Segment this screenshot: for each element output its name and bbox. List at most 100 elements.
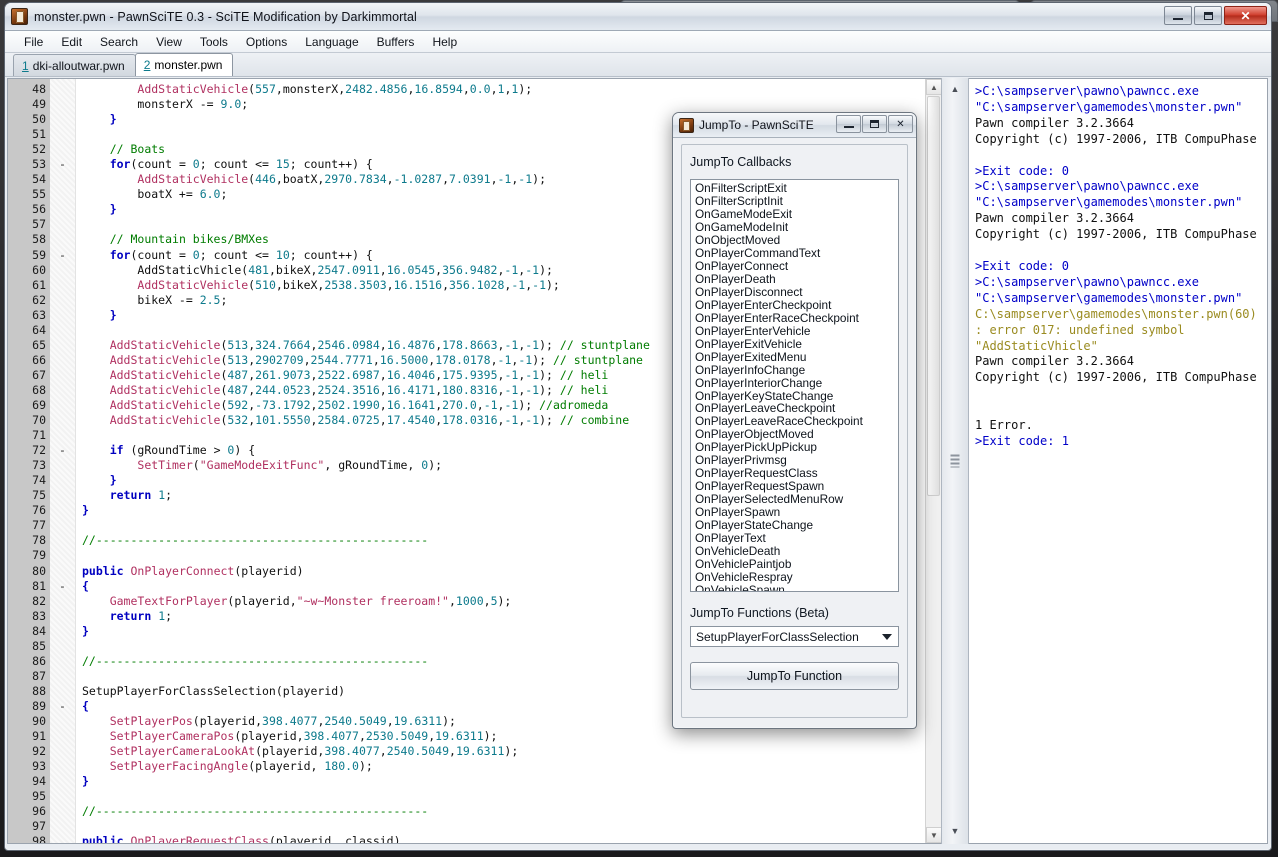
code-token: 398.4077 <box>324 744 379 758</box>
menu-language[interactable]: Language <box>296 33 367 51</box>
editor-scroll-thumb[interactable] <box>927 96 940 496</box>
callback-list-item[interactable]: OnGameModeExit <box>693 208 898 221</box>
menu-search[interactable]: Search <box>91 33 147 51</box>
code-token: 10 <box>276 248 290 262</box>
code-token: 244.0523 <box>255 383 310 397</box>
code-token <box>82 744 110 758</box>
callback-list-item[interactable]: OnPlayerCommandText <box>693 247 898 260</box>
code-token <box>82 398 110 412</box>
code-token <box>82 338 110 352</box>
callback-list-item[interactable]: OnPlayerExitVehicle <box>693 338 898 351</box>
output-line <box>975 243 1267 259</box>
code-token: -1 <box>525 263 539 277</box>
fold-toggle[interactable]: - <box>50 157 75 172</box>
code-token: -1 <box>498 172 512 186</box>
close-button[interactable]: ✕ <box>1224 6 1267 25</box>
maximize-button[interactable] <box>1194 6 1222 25</box>
line-number: 97 <box>8 819 46 834</box>
callback-list-item[interactable]: OnPlayerExitedMenu <box>693 351 898 364</box>
tab-dki-alloutwar[interactable]: 1 dki-alloutwar.pwn <box>13 54 136 76</box>
code-token: OnPlayerRequestClass <box>130 834 268 843</box>
line-number: 62 <box>8 293 46 308</box>
code-token: // heli <box>560 383 608 397</box>
menu-edit[interactable]: Edit <box>52 33 91 51</box>
callback-list-item[interactable]: OnObjectMoved <box>693 234 898 247</box>
fold-blank <box>50 383 75 398</box>
splitter-grip[interactable] <box>951 455 960 468</box>
code-token: (playerid, <box>193 714 262 728</box>
menu-tools[interactable]: Tools <box>191 33 237 51</box>
code-token: ; count++) { <box>290 248 373 262</box>
callback-list-item[interactable]: OnGameModeInit <box>693 221 898 234</box>
fold-toggle[interactable]: - <box>50 443 75 458</box>
fold-margin[interactable]: - - - - - - <box>50 79 76 843</box>
code-token: 16.4171 <box>387 383 435 397</box>
fold-blank <box>50 353 75 368</box>
jumpto-callbacks-listbox[interactable]: OnFilterScriptExitOnFilterScriptInitOnGa… <box>690 179 899 592</box>
code-token: , <box>491 353 498 367</box>
output-line: Copyright (c) 1997-2006, ITB CompuPhase <box>975 227 1267 243</box>
pane-splitter[interactable]: ▲ ▼ <box>941 78 969 844</box>
line-number: 74 <box>8 473 46 488</box>
menu-view[interactable]: View <box>147 33 191 51</box>
line-number: 58 <box>8 232 46 247</box>
splitter-down-arrow[interactable]: ▼ <box>951 826 960 836</box>
tab-monster[interactable]: 2 monster.pwn <box>135 53 234 76</box>
code-token: SetPlayerCameraLookAt <box>110 744 255 758</box>
callback-list-item[interactable]: OnPlayerInfoChange <box>693 364 898 377</box>
compiler-output-pane[interactable]: >C:\sampserver\pawno\pawncc.exe"C:\samps… <box>969 78 1268 844</box>
fold-toggle[interactable]: - <box>50 248 75 263</box>
line-number: 54 <box>8 172 46 187</box>
jumpto-minimize-button[interactable] <box>836 115 861 133</box>
menu-buffers[interactable]: Buffers <box>368 33 424 51</box>
fold-toggle[interactable]: - <box>50 579 75 594</box>
line-number: 53 <box>8 157 46 172</box>
line-number: 60 <box>8 263 46 278</box>
fold-toggle[interactable]: - <box>50 699 75 714</box>
code-token: , <box>442 172 449 186</box>
fold-blank <box>50 368 75 383</box>
callback-list-item[interactable]: OnPlayerInteriorChange <box>693 377 898 390</box>
code-token: "GameModeExitFunc" <box>200 458 325 472</box>
scroll-up-arrow[interactable]: ▲ <box>926 79 941 95</box>
code-token: 2522.6987 <box>317 368 379 382</box>
fold-blank <box>50 594 75 609</box>
menu-file[interactable]: File <box>15 33 52 51</box>
menu-options[interactable]: Options <box>237 33 296 51</box>
code-token: ,bikeX, <box>276 278 324 292</box>
editor-vertical-scrollbar[interactable]: ▲ ▼ <box>925 79 941 843</box>
jumpto-maximize-button[interactable] <box>862 115 887 133</box>
window-title: monster.pwn - PawnSciTE 0.3 - SciTE Modi… <box>34 10 417 24</box>
code-token: 2547.0911 <box>317 263 379 277</box>
code-token: -1.0287 <box>394 172 442 186</box>
fold-blank <box>50 744 75 759</box>
buffer-tab-bar: 1 dki-alloutwar.pwn 2 monster.pwn <box>5 53 1271 77</box>
code-token: (count = <box>130 248 192 262</box>
callback-list-item[interactable]: OnPlayerDisconnect <box>693 286 898 299</box>
code-token <box>82 278 137 292</box>
jumpto-function-button[interactable]: JumpTo Function <box>690 662 899 690</box>
menu-help[interactable]: Help <box>423 33 466 51</box>
splitter-up-arrow[interactable]: ▲ <box>951 84 960 94</box>
code-token: ; count++) { <box>290 157 373 171</box>
callback-list-item[interactable]: OnPlayerConnect <box>693 260 898 273</box>
callback-list-item[interactable]: OnPlayerDeath <box>693 273 898 286</box>
callback-list-item[interactable]: OnFilterScriptInit <box>693 195 898 208</box>
scroll-down-arrow[interactable]: ▼ <box>926 827 941 843</box>
jumpto-function-dropdown[interactable]: SetupPlayerForClassSelection <box>690 626 899 647</box>
callback-list-item[interactable]: OnPlayerEnterCheckpoint <box>693 299 898 312</box>
fold-blank <box>50 263 75 278</box>
callback-list-item[interactable]: OnPlayerEnterRaceCheckpoint <box>693 312 898 325</box>
minimize-button[interactable] <box>1164 6 1192 25</box>
jumpto-close-button[interactable]: ✕ <box>888 115 913 133</box>
callback-list-item[interactable]: OnPlayerEnterVehicle <box>693 325 898 338</box>
menu-bar: File Edit Search View Tools Options Lang… <box>5 31 1271 53</box>
callback-list-item[interactable]: OnVehicleSpawn <box>693 584 898 592</box>
code-token: 2584.0725 <box>317 413 379 427</box>
jumpto-window-title: JumpTo - PawnSciTE <box>699 118 814 132</box>
code-token: , gRoundTime, <box>324 458 421 472</box>
code-token <box>82 609 110 623</box>
code-token: 15 <box>276 157 290 171</box>
fold-blank <box>50 187 75 202</box>
fold-blank <box>50 774 75 789</box>
